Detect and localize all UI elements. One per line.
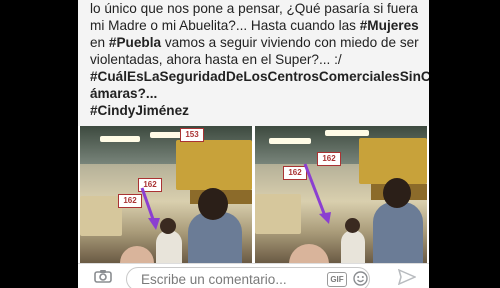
post-line-3-pre: en: [90, 35, 109, 50]
post-line-4: violentadas, ahora hasta en el Super?...…: [90, 52, 342, 67]
hashtag-cindyjimenez[interactable]: #CindyJiménez: [90, 103, 189, 118]
hashtag-mujeres[interactable]: #Mujeres: [360, 18, 419, 33]
post-line-1: lo único que nos pone a pensar, ¿Qué pas…: [90, 1, 418, 16]
hashtag-cindy-line[interactable]: #CindyJiménez: [90, 102, 426, 119]
hashtag-seguridad-line-2[interactable]: ámaras?...: [90, 85, 426, 102]
post-line-3: en #Puebla vamos a seguir viviendo con m…: [90, 34, 426, 51]
post-line-2-text: mi Madre o mi Abuelita?... Hasta cuando …: [90, 18, 360, 33]
post-line-2: mi Madre o mi Abuelita?... Hasta cuando …: [90, 17, 426, 34]
hashtag-seguridad-part-1[interactable]: #CuálEsLaSeguridadDeLosCentrosComerciale…: [90, 69, 429, 84]
post-line-3-post: vamos a seguir viviendo con miedo de ser: [161, 35, 419, 50]
camera-icon[interactable]: [94, 269, 112, 283]
post-text: lo único que nos pone a pensar, ¿Qué pas…: [90, 0, 429, 119]
screen: lo único que nos pone a pensar, ¿Qué pas…: [0, 0, 500, 288]
purple-arrow-icon: [140, 187, 160, 230]
emoji-icon[interactable]: [353, 271, 368, 286]
gif-icon[interactable]: GIF: [327, 272, 347, 287]
purple-arrow-icon: [303, 163, 331, 224]
photo-grid: 153 162 162 162 162: [78, 126, 429, 263]
comment-placeholder: Escribe un comentario...: [141, 272, 287, 287]
send-icon[interactable]: [398, 269, 416, 285]
hashtag-seguridad-line-1[interactable]: #CuálEsLaSeguridadDeLosCentrosComerciale…: [90, 68, 429, 85]
supermarket-photo-right[interactable]: 162 162: [255, 126, 427, 263]
facebook-post: lo único que nos pone a pensar, ¿Qué pas…: [78, 0, 429, 288]
comment-input[interactable]: Escribe un comentario... GIF: [126, 267, 370, 288]
comment-composer: Escribe un comentario... GIF: [78, 263, 429, 288]
supermarket-photo-left[interactable]: 153 162 162: [80, 126, 252, 263]
hashtag-seguridad-part-2[interactable]: ámaras?...: [90, 86, 157, 101]
hashtag-puebla[interactable]: #Puebla: [109, 35, 161, 50]
